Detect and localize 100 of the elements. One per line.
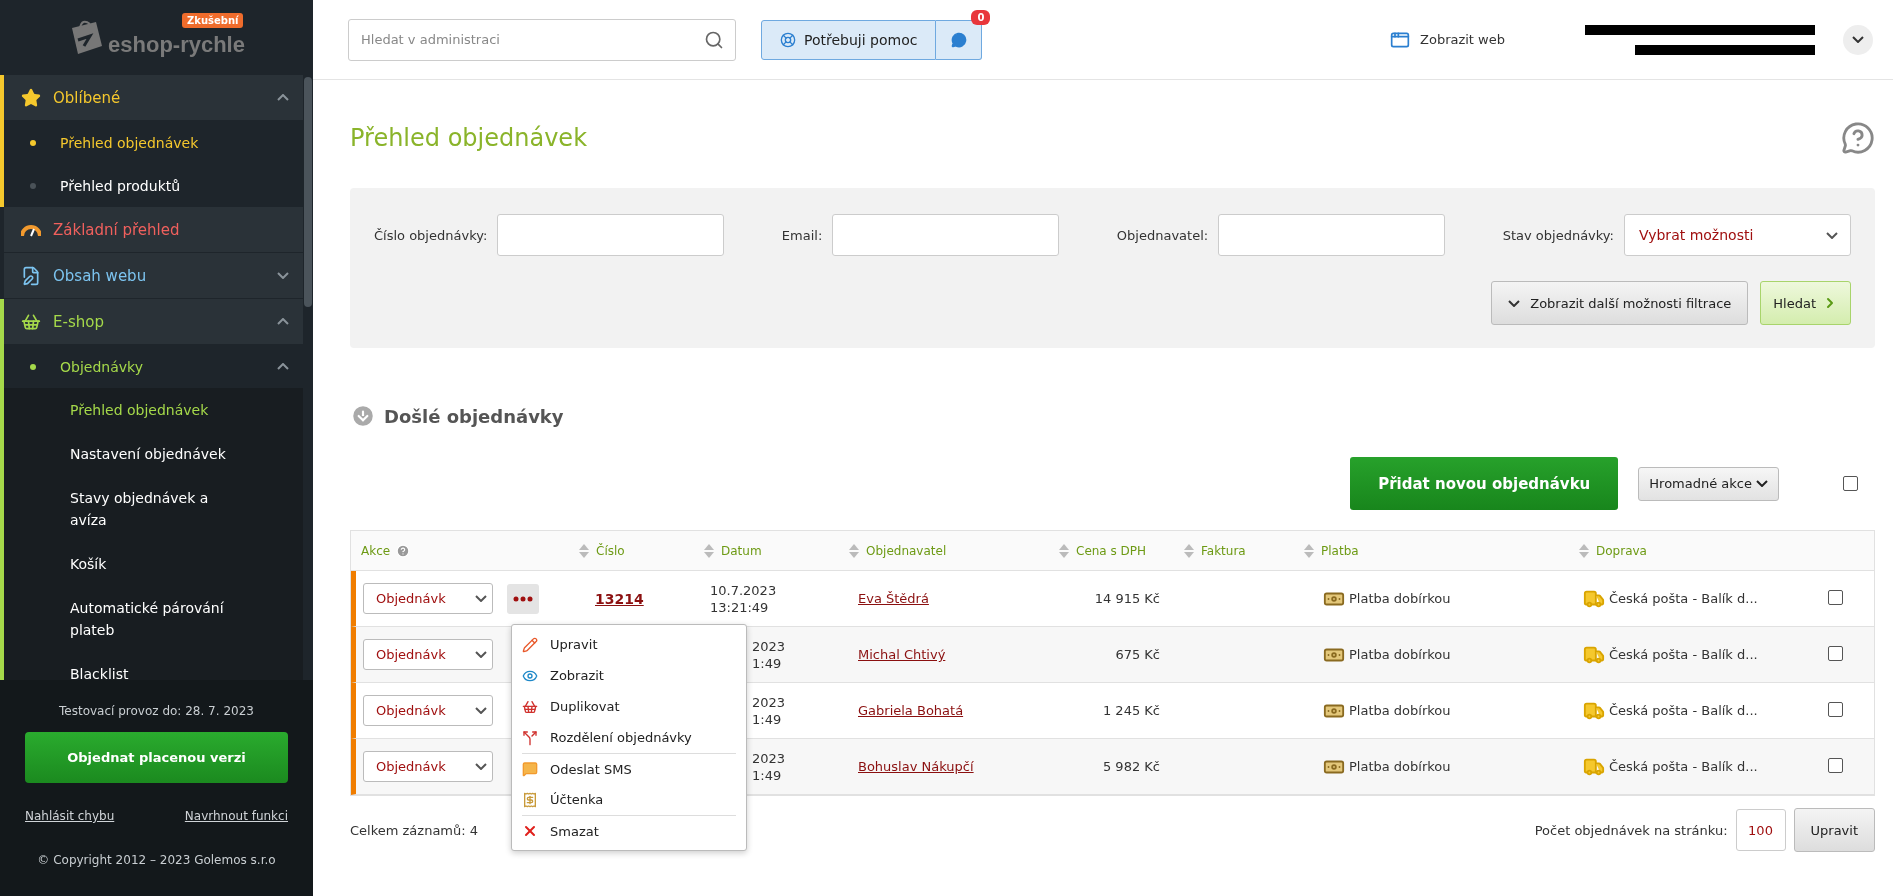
order-number-link[interactable]: 13214 bbox=[573, 590, 644, 607]
logo-text: eshop-rychle bbox=[108, 31, 245, 58]
search-button[interactable]: Hledat bbox=[1760, 281, 1851, 325]
price: 5 982 Kč bbox=[1101, 759, 1161, 774]
chat-icon bbox=[950, 31, 967, 48]
receipt-icon bbox=[522, 791, 538, 808]
filter-label: Email: bbox=[781, 227, 823, 243]
footer-link[interactable]: Nahlásit chybu bbox=[25, 809, 115, 823]
chat-count-badge: 0 bbox=[971, 9, 991, 25]
customer-link[interactable]: Eva Štědrá bbox=[843, 591, 929, 606]
sidebar-group[interactable]: E-shop bbox=[4, 299, 303, 345]
payment-method: Platba dobírkou bbox=[1349, 591, 1451, 606]
filter-label: Číslo objednávky: bbox=[374, 227, 488, 243]
group-label: Oblíbené bbox=[53, 88, 122, 107]
filter-label: Objednavatel: bbox=[1116, 227, 1209, 243]
order-type-select[interactable]: Objednávk bbox=[363, 639, 493, 670]
sidebar-subitem[interactable]: Blacklist bbox=[4, 652, 303, 680]
shipping-method: Česká pošta - Balík d... bbox=[1609, 647, 1758, 662]
delete-icon bbox=[522, 823, 538, 839]
order-date: 2023 1:49 bbox=[751, 693, 787, 728]
filter-input[interactable] bbox=[1218, 214, 1446, 256]
sidebar-subitem[interactable]: Automatické párování plateb bbox=[4, 586, 303, 652]
lifebuoy-icon bbox=[780, 31, 796, 48]
customer-link[interactable]: Gabriela Bohatá bbox=[843, 703, 964, 718]
apply-button[interactable]: Upravit bbox=[1793, 808, 1875, 852]
view-site-link[interactable]: Zobrazit web bbox=[1390, 29, 1505, 50]
dots-icon bbox=[513, 595, 533, 602]
order-button[interactable]: Objednat placenou verzi bbox=[25, 732, 288, 783]
customer-link[interactable]: Bohuslav Nákupčí bbox=[843, 759, 974, 774]
sidebar-subitem[interactable]: Nastavení objednávek bbox=[4, 432, 303, 476]
message-icon bbox=[522, 761, 538, 777]
row-checkbox[interactable] bbox=[1828, 757, 1843, 773]
sort-icon[interactable] bbox=[1578, 542, 1590, 559]
menu-item[interactable]: Smazat bbox=[522, 815, 736, 846]
customer-link[interactable]: Michal Chtivý bbox=[843, 647, 946, 662]
order-type-select[interactable]: Objednávk bbox=[363, 583, 493, 614]
row-checkbox[interactable] bbox=[1828, 701, 1843, 717]
menu-item[interactable]: Odeslat SMS bbox=[522, 753, 736, 784]
chat-button[interactable] bbox=[936, 19, 983, 60]
pencil-icon bbox=[522, 636, 538, 653]
sidebar-subitem[interactable]: Přehled objednávek bbox=[4, 388, 303, 432]
chevron-down-icon bbox=[1508, 299, 1521, 307]
sort-icon[interactable] bbox=[703, 542, 715, 559]
more-filters-button[interactable]: Zobrazit další možnosti filtrace bbox=[1491, 281, 1749, 325]
row-checkbox[interactable] bbox=[1828, 645, 1843, 661]
sidebar-group[interactable]: Oblíbené bbox=[4, 75, 303, 121]
bulk-actions-button[interactable]: Hromadné akce bbox=[1638, 466, 1779, 501]
menu-item[interactable]: Duplikovat bbox=[522, 691, 736, 722]
payment-method: Platba dobírkou bbox=[1349, 759, 1451, 774]
row-checkbox[interactable] bbox=[1828, 589, 1843, 605]
gauge-icon bbox=[21, 222, 41, 237]
menu-item[interactable]: Účtenka bbox=[522, 784, 736, 815]
group-label: E-shop bbox=[53, 312, 105, 331]
help-button[interactable]: Potřebuji pomoc bbox=[761, 19, 937, 60]
menu-item[interactable]: Rozdělení objednávky bbox=[522, 722, 736, 753]
sidebar-group[interactable]: Základní přehled bbox=[4, 207, 303, 253]
filter-input[interactable] bbox=[497, 214, 725, 256]
select-all-checkbox[interactable] bbox=[1843, 476, 1858, 491]
chevron-down-icon bbox=[1852, 36, 1864, 43]
sort-icon[interactable] bbox=[1058, 542, 1070, 559]
shipping-method: Česká pošta - Balík d... bbox=[1609, 759, 1758, 774]
help-icon[interactable] bbox=[1841, 121, 1875, 155]
order-type-select[interactable]: Objednávk bbox=[363, 695, 493, 726]
menu-item[interactable]: Upravit bbox=[522, 629, 736, 660]
per-page-input[interactable]: 100 bbox=[1735, 809, 1786, 851]
section-title: Došlé objednávky bbox=[384, 405, 564, 427]
sort-icon[interactable] bbox=[1303, 542, 1315, 559]
search-field[interactable]: Hledat v administraci bbox=[348, 18, 736, 61]
split-icon bbox=[522, 729, 538, 746]
sort-icon[interactable] bbox=[1183, 542, 1195, 559]
payment-method: Platba dobírkou bbox=[1349, 647, 1451, 662]
order-type-select[interactable]: Objednávk bbox=[363, 751, 493, 782]
order-date: 2023 1:49 bbox=[751, 637, 787, 672]
user-menu-button[interactable] bbox=[1843, 24, 1873, 55]
footer-link[interactable]: Navrhnout funkci bbox=[184, 809, 288, 823]
sidebar-group[interactable]: Obsah webu bbox=[4, 253, 303, 299]
chevron-down-icon bbox=[1826, 231, 1838, 239]
sidebar-subitem[interactable]: Stavy objednávek a avíza bbox=[4, 476, 303, 542]
document-edit-icon bbox=[21, 265, 41, 286]
menu-item[interactable]: Zobrazit bbox=[522, 660, 736, 691]
chevron-down-icon bbox=[475, 763, 487, 770]
per-page-label: Počet objednávek na stránku: bbox=[1534, 822, 1728, 838]
more-actions-button[interactable] bbox=[507, 583, 539, 614]
sort-icon[interactable] bbox=[578, 542, 590, 559]
sidebar-subitem[interactable]: Košík bbox=[4, 542, 303, 586]
trial-notice: Testovací provoz do: 28. 7. 2023 bbox=[59, 704, 254, 718]
filter-input[interactable] bbox=[832, 214, 1060, 256]
page-title: Přehled objednávek bbox=[350, 124, 588, 152]
chevron-down-icon bbox=[1756, 480, 1768, 487]
basket-icon bbox=[21, 311, 41, 332]
scrollbar-thumb[interactable] bbox=[304, 77, 312, 307]
status-select[interactable]: Vybrat možnosti bbox=[1624, 214, 1851, 256]
sort-icon[interactable] bbox=[848, 542, 860, 559]
chevron-down-icon bbox=[475, 595, 487, 602]
add-order-button[interactable]: Přidat novou objednávku bbox=[1350, 457, 1619, 510]
total-count: Celkem záznamů: 4 bbox=[350, 822, 479, 838]
search-icon[interactable] bbox=[704, 29, 724, 50]
payment-method: Platba dobírkou bbox=[1349, 703, 1451, 718]
group-label: Základní přehled bbox=[53, 220, 181, 239]
shipping-method: Česká pošta - Balík d... bbox=[1609, 703, 1758, 718]
